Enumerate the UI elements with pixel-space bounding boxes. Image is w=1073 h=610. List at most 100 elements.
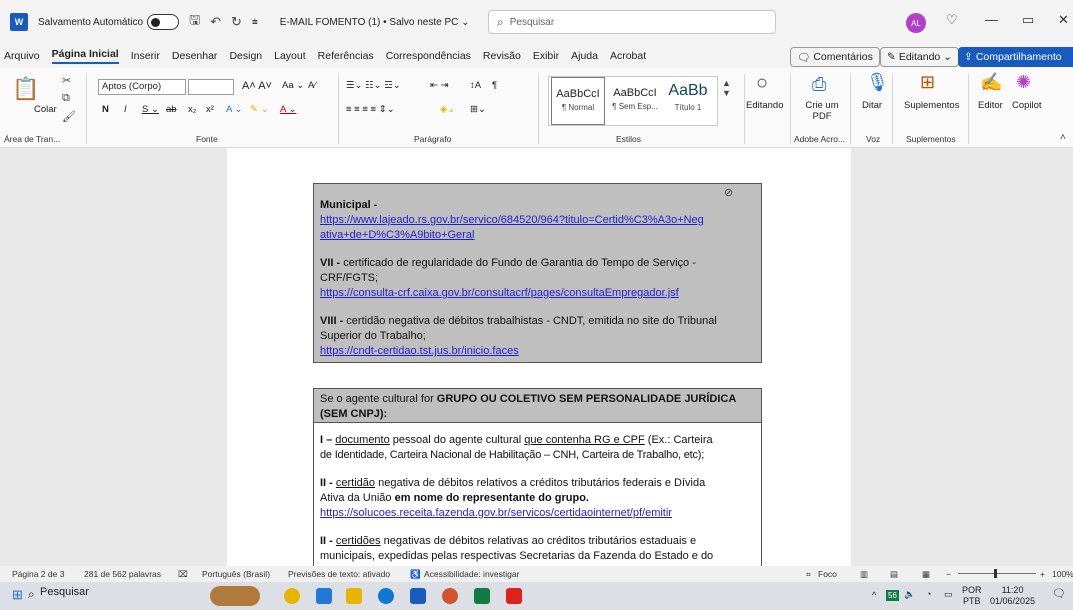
tab-ajuda[interactable]: Ajuda (571, 50, 598, 62)
start-icon[interactable]: ⊞ (12, 587, 23, 603)
zoom-slider[interactable] (958, 573, 1036, 574)
text-effects-icon[interactable]: A ⌄ (226, 104, 242, 115)
italic-icon[interactable]: I (124, 104, 127, 115)
shading-icon[interactable]: ◈⌄ (440, 104, 455, 115)
comments-button[interactable]: 🗨 Comentários (790, 47, 880, 67)
sort-icon[interactable]: ↕A (470, 80, 481, 91)
municipal-link-line2[interactable]: ativa+de+D%C3%A9bito+Geral (320, 228, 474, 243)
tab-acrobat[interactable]: Acrobat (610, 50, 646, 62)
tab-pagina-inicial[interactable]: Página Inicial (51, 48, 119, 64)
tab-inserir[interactable]: Inserir (131, 50, 160, 62)
editor-label[interactable]: Editor (978, 100, 1003, 111)
change-case-icon[interactable]: Aa ⌄ (282, 80, 304, 91)
document-title[interactable]: E-MAIL FOMENTO (1) • Salvo neste PC ⌄ (280, 17, 470, 28)
tab-correspondencias[interactable]: Correspondências (386, 50, 471, 62)
editor-icon[interactable]: ✍ (980, 72, 1002, 93)
style-heading-1[interactable]: AaBb Título 1 (665, 77, 711, 125)
notification-icon[interactable]: 🗨 (1052, 589, 1066, 600)
battery-icon[interactable]: ▭ (944, 589, 953, 600)
copilot-icon[interactable]: ✺ (1016, 72, 1031, 93)
find-icon[interactable]: ○ (756, 72, 768, 95)
style-normal[interactable]: AaBbCcI ¶ Normal (551, 77, 605, 125)
weather-widget-icon[interactable] (210, 586, 260, 606)
tray-badge[interactable]: 56 (886, 590, 899, 601)
grow-font-icon[interactable]: A˄ A˅ (242, 80, 272, 92)
dictate-label[interactable]: Ditar (862, 100, 882, 111)
paste-icon[interactable]: 📋 (12, 76, 39, 102)
cndt-link[interactable]: https://cndt-certidao.tst.jus.br/inicio.… (320, 344, 519, 359)
save-icon[interactable]: 🖫 (189, 11, 200, 33)
web-layout-icon[interactable]: ▦ (922, 569, 930, 580)
acrobat-icon[interactable] (506, 588, 522, 604)
style-no-spacing[interactable]: AaBbCcI ¶ Sem Esp... (607, 77, 663, 125)
font-size-select[interactable] (188, 79, 234, 95)
microphone-icon[interactable]: 🎙 (866, 72, 889, 93)
bullets-icon[interactable]: ☰⌄ ☷⌄ ☲⌄ (346, 80, 401, 91)
restore-icon[interactable]: ▭ (1022, 12, 1034, 28)
addins-icon[interactable]: ⊞ (920, 72, 935, 93)
cut-icon[interactable]: ✂ (62, 74, 71, 87)
tab-desenhar[interactable]: Desenhar (172, 50, 218, 62)
speaker-icon[interactable]: 🔈 (904, 589, 915, 600)
borders-icon[interactable]: ⊞⌄ (470, 104, 486, 115)
edge-icon[interactable] (378, 588, 394, 604)
bold-icon[interactable]: N (102, 104, 109, 115)
table-group-section[interactable]: Se o agente cultural for GRUPO OU COLETI… (313, 388, 762, 566)
page-count[interactable]: Página 2 de 3 (12, 569, 64, 579)
tab-exibir[interactable]: Exibir (533, 50, 559, 62)
create-pdf-label[interactable]: Crie um PDF (802, 100, 842, 122)
addins-label[interactable]: Suplementos (904, 100, 959, 111)
municipal-link-line1[interactable]: https://www.lajeado.rs.gov.br/servico/68… (320, 213, 704, 228)
word-count[interactable]: 281 de 562 palavras (84, 569, 161, 579)
clear-format-icon[interactable]: A⁄ (308, 80, 316, 91)
minimize-icon[interactable]: — (985, 12, 998, 27)
zoom-level[interactable]: 100% (1052, 569, 1073, 579)
proofing-icon[interactable]: ⌧ (178, 569, 188, 580)
font-color-icon[interactable]: A ⌄ (280, 104, 296, 115)
fgts-link[interactable]: https://consulta-crf.caixa.gov.br/consul… (320, 286, 679, 301)
strikethrough-icon[interactable]: ab (166, 104, 177, 115)
powerpoint-icon[interactable] (442, 588, 458, 604)
paste-label[interactable]: Colar (34, 104, 57, 115)
tab-design[interactable]: Design (229, 50, 262, 62)
customize-toolbar-icon[interactable]: ⩧ (252, 17, 258, 28)
superscript-icon[interactable]: x² (206, 104, 214, 115)
language-indicator[interactable]: POR PTB (962, 585, 982, 607)
tab-revisao[interactable]: Revisão (483, 50, 521, 62)
zoom-out-icon[interactable]: − (946, 569, 951, 579)
underline-icon[interactable]: S ⌄ (142, 104, 159, 115)
lightbulb-icon[interactable]: ♡ (946, 12, 958, 28)
file-explorer-icon[interactable] (346, 588, 362, 604)
zoom-thumb[interactable] (994, 569, 997, 578)
word-taskbar-icon[interactable] (410, 588, 426, 604)
font-name-select[interactable]: Aptos (Corpo) (98, 79, 186, 95)
tab-arquivo[interactable]: Arquivo (4, 50, 40, 62)
create-pdf-icon[interactable]: ⎙ (812, 74, 826, 95)
tab-referencias[interactable]: Referências (318, 50, 374, 62)
focus-label[interactable]: Foco (818, 569, 837, 579)
styles-scroll-icon[interactable]: ▲ ▼ (722, 78, 731, 98)
avatar[interactable]: AL (906, 13, 926, 33)
close-icon[interactable]: ✕ (1058, 12, 1069, 28)
align-icons[interactable]: ≡ ≡ ≡ ≡ ⇕⌄ (346, 104, 395, 115)
format-painter-icon[interactable]: 🖌 (62, 110, 76, 123)
copilot-label[interactable]: Copilot (1012, 100, 1042, 111)
text-predictions-status[interactable]: Previsões de texto: ativado (288, 569, 390, 579)
receita-link[interactable]: https://solucoes.receita.fazenda.gov.br/… (320, 506, 672, 521)
task-view-icon[interactable] (316, 588, 332, 604)
indent-icon[interactable]: ⇤ ⇥ (430, 80, 449, 91)
taskbar-search[interactable]: Pesquisar (40, 586, 89, 598)
print-layout-icon[interactable]: ▤ (890, 569, 898, 580)
table-cell-municipal[interactable]: ⊘ Municipal - https://www.lajeado.rs.gov… (313, 183, 762, 363)
wifi-icon[interactable]: ◔ (926, 589, 931, 600)
copilot-inline-icon[interactable]: ⊘ (724, 186, 733, 199)
editing-label-ribbon[interactable]: Editando (746, 100, 784, 111)
pilcrow-icon[interactable]: ¶ (492, 80, 497, 91)
excel-icon[interactable] (474, 588, 490, 604)
tray-chevron-icon[interactable]: ^ (872, 590, 876, 601)
collapse-ribbon-icon[interactable]: ˄ (1060, 132, 1066, 143)
read-mode-icon[interactable]: ▥ (860, 569, 868, 580)
zoom-in-icon[interactable]: + (1040, 569, 1045, 579)
share-button[interactable]: ⇪ Compartilhamento (958, 47, 1073, 67)
undo-icon[interactable]: ↶ (210, 14, 221, 30)
